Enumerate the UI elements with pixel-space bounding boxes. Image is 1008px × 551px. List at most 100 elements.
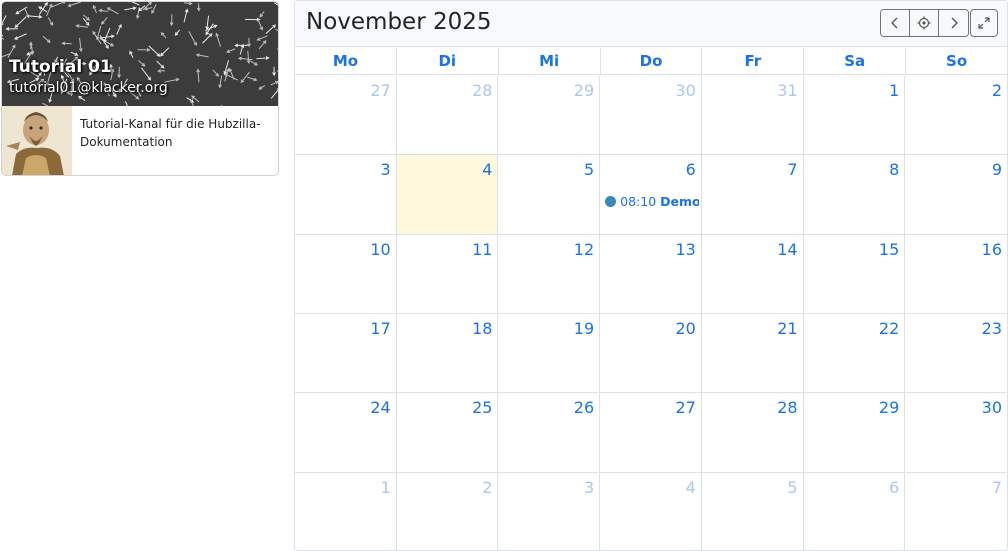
day-number[interactable]: 14 (777, 240, 797, 259)
day-number[interactable]: 25 (472, 398, 492, 417)
day-number[interactable]: 29 (574, 81, 594, 100)
day-number[interactable]: 28 (777, 398, 797, 417)
day-cell[interactable]: 30 (600, 76, 702, 156)
day-cell[interactable]: 20 (600, 314, 702, 394)
day-number[interactable]: 7 (787, 160, 797, 179)
day-cell[interactable]: 27 (600, 393, 702, 473)
day-cell[interactable]: 22 (803, 314, 906, 394)
day-cell[interactable]: 17 (295, 314, 397, 394)
day-cell[interactable]: 3 (498, 472, 601, 550)
weekday-header: So (946, 52, 968, 70)
day-number[interactable]: 2 (992, 81, 1002, 100)
day-cell[interactable]: 30 (905, 393, 1007, 473)
day-cell[interactable]: 7 (701, 155, 804, 235)
day-cell[interactable]: 2 (905, 76, 1007, 156)
day-number[interactable]: 30 (675, 81, 695, 100)
day-number[interactable]: 4 (686, 478, 696, 497)
day-cell[interactable]: 26 (498, 393, 601, 473)
expand-button[interactable] (970, 9, 998, 37)
day-number[interactable]: 2 (482, 478, 492, 497)
day-cell[interactable]: 14 (701, 234, 804, 314)
prev-month-button[interactable] (881, 10, 910, 36)
day-number[interactable]: 9 (992, 160, 1002, 179)
day-cell[interactable]: 11 (396, 234, 499, 314)
day-cell[interactable]: 28 (701, 393, 804, 473)
calendar-header: November 2025 (295, 1, 1007, 47)
day-cell[interactable]: 2 (397, 472, 499, 550)
day-cell[interactable]: 28 (396, 76, 499, 156)
day-cell[interactable]: 31 (701, 76, 804, 156)
day-cell[interactable]: 19 (498, 314, 601, 394)
weekday-header-row: Mo Di Mi Do Fr Sa So (295, 48, 1007, 75)
day-cell[interactable]: 1 (295, 472, 397, 550)
crosshair-icon (917, 16, 931, 30)
day-cell[interactable]: 10 (295, 234, 397, 314)
day-cell[interactable]: 6 (804, 472, 906, 550)
profile-description: Tutorial-Kanal für die Hubzilla-Dokument… (80, 117, 261, 149)
day-number[interactable]: 3 (381, 160, 391, 179)
day-number[interactable]: 27 (675, 398, 695, 417)
day-cell[interactable]: 7 (905, 473, 1007, 550)
day-number[interactable]: 28 (472, 81, 492, 100)
today-button[interactable] (910, 10, 939, 36)
day-number[interactable]: 7 (992, 478, 1002, 497)
day-number[interactable]: 16 (982, 240, 1002, 259)
day-number[interactable]: 10 (370, 240, 390, 259)
day-cell[interactable]: 1 (803, 76, 906, 156)
day-number[interactable]: 29 (879, 398, 899, 417)
day-cell-today[interactable]: 4 (396, 155, 499, 235)
day-number[interactable]: 30 (982, 398, 1002, 417)
day-number[interactable]: 5 (584, 160, 594, 179)
day-cell[interactable]: 8 (803, 155, 906, 235)
day-number[interactable]: 23 (982, 319, 1002, 338)
day-cell[interactable]: 27 (295, 76, 397, 156)
day-number[interactable]: 8 (889, 160, 899, 179)
profile-address: tutorial01@klacker.org (9, 80, 168, 96)
day-cell[interactable]: 29 (803, 393, 906, 473)
day-number[interactable]: 19 (574, 319, 594, 338)
day-number[interactable]: 27 (370, 81, 390, 100)
profile-name[interactable]: Tutorial 01 (9, 57, 112, 77)
day-number[interactable]: 17 (370, 319, 390, 338)
calendar-event[interactable]: 08:10Demo- (605, 193, 699, 209)
day-cell[interactable]: 18 (396, 314, 499, 394)
day-cell[interactable]: 21 (701, 314, 804, 394)
day-cell[interactable]: 12 (498, 234, 601, 314)
day-cell[interactable]: 25 (396, 393, 499, 473)
day-cell[interactable]: 5 (498, 155, 601, 235)
day-number[interactable]: 1 (381, 478, 391, 497)
day-cell[interactable]: 3 (295, 155, 397, 235)
day-number[interactable]: 18 (472, 319, 492, 338)
day-number[interactable]: 5 (787, 478, 797, 497)
day-cell[interactable]: 9 (905, 155, 1007, 235)
day-number[interactable]: 24 (370, 398, 390, 417)
day-number[interactable]: 6 (686, 160, 696, 179)
day-cell[interactable]: 13 (600, 234, 702, 314)
day-number[interactable]: 11 (472, 240, 492, 259)
calendar-nav-group (880, 9, 969, 37)
day-cell[interactable]: 24 (295, 393, 397, 473)
day-cell[interactable]: 5 (702, 472, 804, 550)
avatar[interactable] (2, 106, 72, 175)
day-number[interactable]: 20 (675, 319, 695, 338)
day-number[interactable]: 15 (879, 240, 899, 259)
day-cell[interactable]: 4 (600, 472, 702, 550)
day-number[interactable]: 31 (777, 81, 797, 100)
day-cell[interactable]: 15 (803, 234, 906, 314)
day-number[interactable]: 22 (879, 319, 899, 338)
day-cell[interactable]: 29 (498, 76, 601, 156)
weekday-header: Sa (804, 48, 907, 74)
day-number[interactable]: 1 (889, 81, 899, 100)
day-number[interactable]: 12 (574, 240, 594, 259)
day-cell[interactable]: 23 (905, 314, 1007, 394)
day-number[interactable]: 3 (584, 478, 594, 497)
day-cell[interactable]: 16 (905, 235, 1007, 314)
day-number[interactable]: 21 (777, 319, 797, 338)
next-month-button[interactable] (939, 10, 968, 36)
day-number[interactable]: 26 (574, 398, 594, 417)
weekday-header: Do (601, 48, 703, 74)
day-number[interactable]: 13 (675, 240, 695, 259)
day-number[interactable]: 6 (889, 478, 899, 497)
day-number[interactable]: 4 (482, 160, 492, 179)
day-cell[interactable]: 6 08:10Demo- (600, 155, 702, 235)
